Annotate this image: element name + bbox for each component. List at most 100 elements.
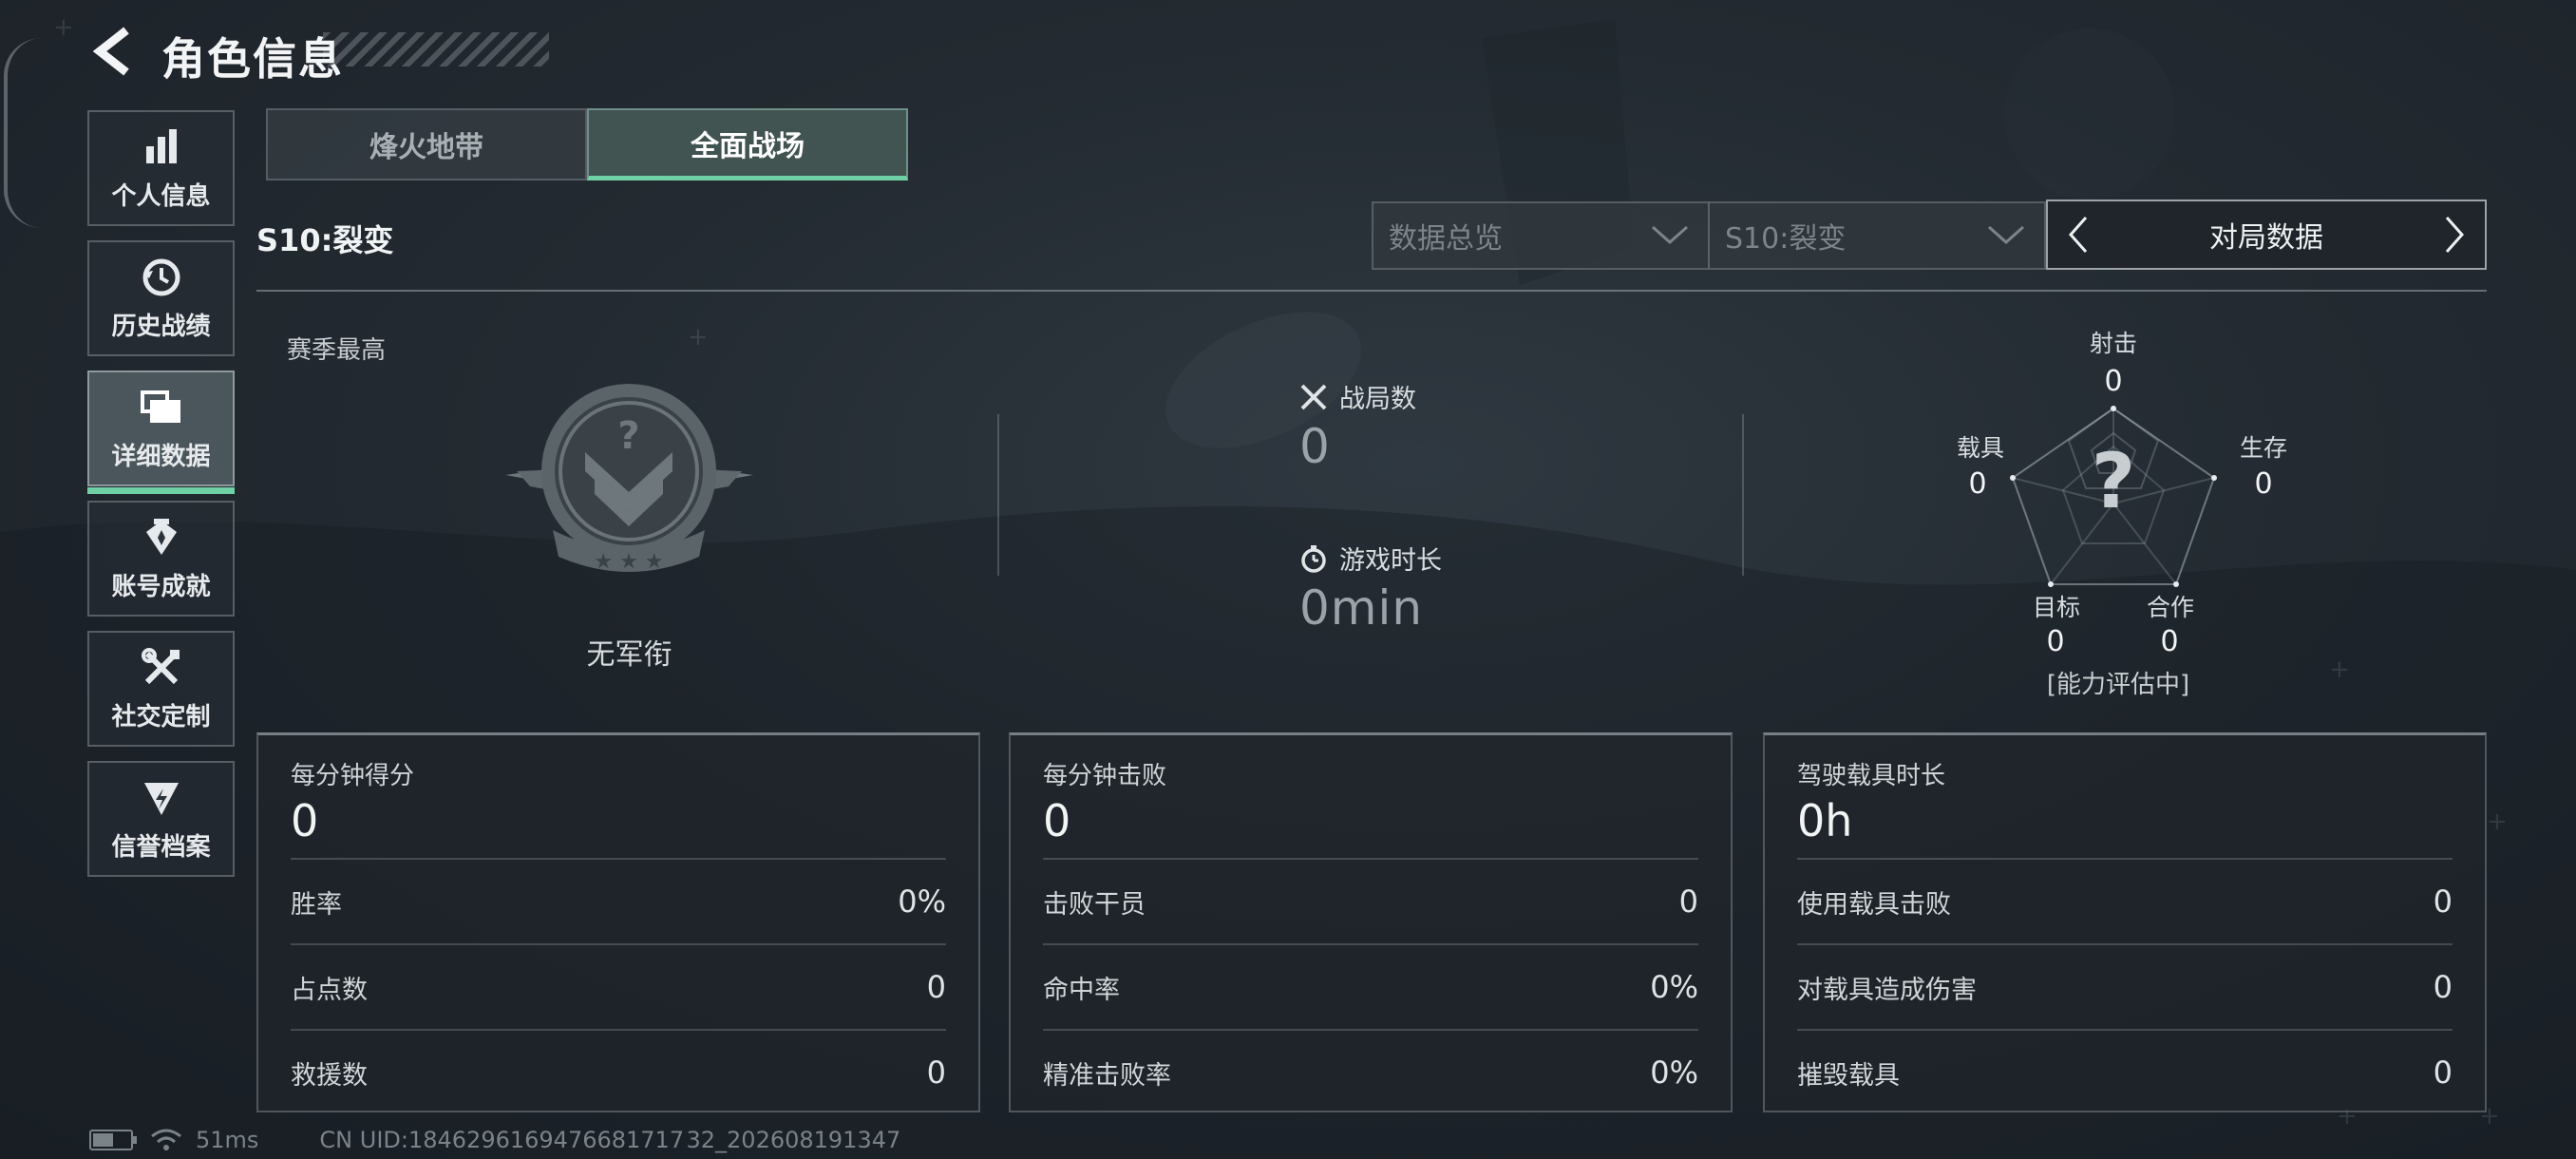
sidebar-item-label: 历史战绩 [111, 312, 211, 341]
battery-level [93, 1133, 113, 1147]
sidebar-item-detailed-data[interactable]: 详细数据 [87, 370, 235, 494]
radar-value-objective: 0 [2046, 625, 2065, 658]
row-value: 0% [898, 884, 946, 920]
svg-text:?: ? [617, 414, 639, 458]
playtime-stat: 游戏时长 0min [1299, 540, 1442, 636]
sidebar-item-label: 信誉档案 [111, 832, 211, 862]
rank-emblem-icon: ? ★ ★ ★ [505, 384, 753, 574]
table-row: 使用载具击败 0 [1797, 858, 2453, 943]
table-row: 占点数 0 [291, 943, 946, 1029]
crosshair-decor: + [53, 13, 74, 42]
credit-shield-icon [140, 776, 183, 820]
sidebar-item-personal-info[interactable]: 个人信息 [87, 110, 235, 226]
row-label: 精准击败率 [1043, 1060, 1171, 1091]
row-label: 摧毁载具 [1797, 1060, 1900, 1091]
tab-warzone[interactable]: 烽火地带 [266, 108, 587, 180]
section-divider [997, 414, 999, 576]
sidebar-item-label: 账号成就 [111, 572, 211, 601]
matches-stat: 战局数 0 [1299, 378, 1416, 474]
chevron-right-icon [2445, 217, 2465, 253]
radar-label-survival: 生存 [2239, 434, 2287, 462]
row-label: 胜率 [291, 889, 342, 920]
mode-tabs: 烽火地带 全面战场 [266, 108, 908, 180]
row-label: 使用载具击败 [1797, 889, 1951, 920]
next-button[interactable] [2437, 211, 2472, 258]
stat-card-vehicle: 驾驶载具时长 0h 使用载具击败 0 对载具造成伤害 0 摧毁载具 0 [1763, 732, 2487, 1112]
radar-value-vehicle: 0 [1968, 467, 1987, 501]
status-bar: 51ms CN UID:1846296169476681717 32_20260… [89, 1127, 900, 1153]
bar-chart-icon [140, 125, 183, 169]
matches-value: 0 [1299, 419, 1331, 474]
section-divider [1742, 414, 1744, 576]
table-row: 对载具造成伤害 0 [1797, 943, 2453, 1029]
table-row: 胜率 0% [291, 858, 946, 943]
card-title: 驾驶载具时长 [1797, 762, 1946, 790]
table-row: 精准击败率 0% [1043, 1029, 1698, 1114]
row-value: 0 [1678, 884, 1698, 920]
season-label: S10:裂变 [256, 222, 394, 258]
tab-full-battlefield[interactable]: 全面战场 [587, 108, 908, 180]
crosshair-decor: + [2487, 808, 2508, 836]
sidebar-item-credit[interactable]: 信誉档案 [87, 761, 235, 877]
match-data-switcher: 对局数据 [2046, 200, 2487, 270]
card-title: 每分钟得分 [291, 762, 415, 790]
dropdown-value: S10:裂变 [1725, 222, 1847, 256]
back-button[interactable] [89, 25, 137, 78]
ability-radar: 射击 0 生存 0 载具 0 目标 0 合作 0 ? [1957, 323, 2287, 712]
card-value: 0 [1043, 795, 1071, 846]
history-icon [140, 256, 183, 299]
wifi-icon [151, 1129, 181, 1150]
row-label: 占点数 [291, 975, 368, 1005]
decor-arc [4, 38, 42, 228]
player-uid: CN UID:1846296169476681717 32_2026081913… [319, 1127, 901, 1153]
cards-icon [140, 386, 183, 429]
card-title: 每分钟击败 [1043, 762, 1167, 790]
sidebar-item-history[interactable]: 历史战绩 [87, 240, 235, 356]
row-label: 救援数 [291, 1060, 368, 1091]
sidebar: 个人信息 历史战绩 详细数据 账号成就 社交定制 信誉档案 [87, 110, 235, 891]
dropdown-value: 数据总览 [1389, 222, 1503, 256]
radar-status: [能力评估中] [2046, 671, 2190, 699]
radar-value-cooperation: 0 [2160, 625, 2179, 658]
radar-label-vehicle: 载具 [1956, 434, 2004, 462]
sidebar-item-social[interactable]: 社交定制 [87, 631, 235, 747]
card-value: 0h [1797, 795, 1853, 846]
sidebar-item-label: 社交定制 [111, 702, 211, 732]
rank-name: 无军衔 [586, 638, 672, 672]
header-divider [256, 290, 2487, 292]
season-best-title: 赛季最高 [287, 336, 387, 365]
row-value: 0 [2433, 969, 2453, 1005]
crossed-swords-icon [1299, 383, 1328, 411]
page-title: 角色信息 [161, 33, 344, 85]
row-value: 0 [2433, 884, 2453, 920]
playtime-label: 游戏时长 [1339, 546, 1442, 576]
ping-value: 51ms [196, 1127, 259, 1153]
battery-icon [89, 1130, 137, 1150]
achievement-icon [140, 516, 183, 560]
data-type-dropdown[interactable]: 数据总览 [1372, 201, 1710, 270]
row-value: 0% [1650, 1054, 1698, 1091]
stat-card-score: 每分钟得分 0 胜率 0% 占点数 0 救援数 0 [256, 732, 980, 1112]
radar-value-survival: 0 [2254, 467, 2273, 501]
match-nav-label: 对局数据 [2209, 221, 2323, 255]
crosshair-decor: + [688, 323, 709, 352]
table-row: 击败干员 0 [1043, 858, 1698, 943]
stopwatch-icon [1299, 544, 1328, 573]
prev-button[interactable] [2061, 211, 2095, 258]
row-label: 命中率 [1043, 975, 1120, 1005]
row-value: 0 [926, 1054, 946, 1091]
row-value: 0 [926, 969, 946, 1005]
radar-label-cooperation: 合作 [2146, 594, 2194, 621]
row-value: 0% [1650, 969, 1698, 1005]
season-dropdown[interactable]: S10:裂变 [1708, 201, 2046, 270]
matches-label: 战局数 [1339, 385, 1416, 414]
title-decor-stripe [323, 32, 549, 66]
sidebar-item-label: 个人信息 [111, 181, 211, 211]
svg-text:★ ★ ★: ★ ★ ★ [594, 550, 663, 574]
table-row: 摧毁载具 0 [1797, 1029, 2453, 1114]
radar-value-shooting: 0 [2104, 365, 2123, 398]
sidebar-item-achievements[interactable]: 账号成就 [87, 501, 235, 617]
row-value: 0 [2433, 1054, 2453, 1091]
card-value: 0 [291, 795, 319, 846]
row-label: 对载具造成伤害 [1797, 975, 1977, 1005]
